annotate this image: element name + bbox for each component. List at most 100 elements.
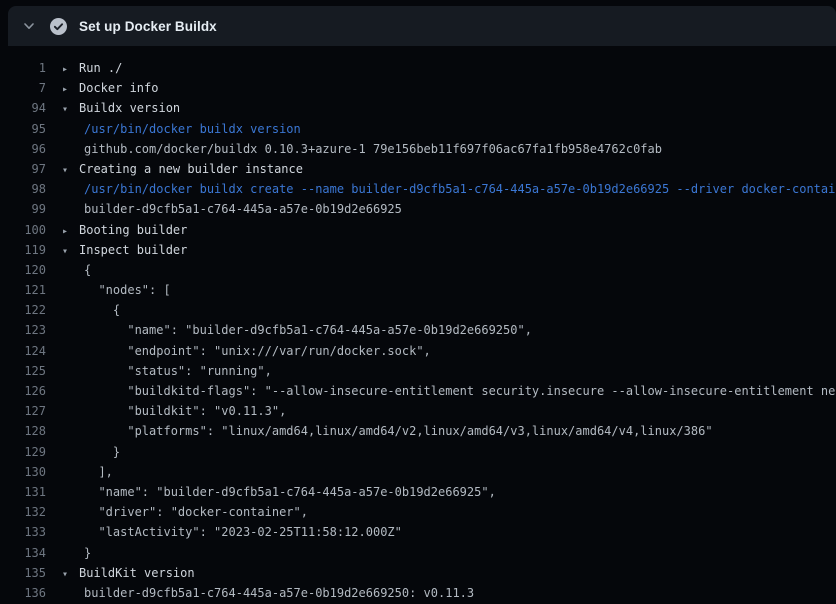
line-number[interactable]: 122 (0, 300, 46, 320)
log-line: 122 { (0, 300, 836, 320)
log-line: 121 "nodes": [ (0, 280, 836, 300)
log-text: "status": "running", (62, 361, 836, 381)
group-title: BuildKit version (79, 566, 195, 580)
log-line: 131 "name": "builder-d9cfb5a1-c764-445a-… (0, 482, 836, 502)
log-line: 130 ], (0, 462, 836, 482)
step-title: Set up Docker Buildx (79, 19, 217, 34)
log-text: ], (62, 462, 836, 482)
log-text: { (62, 300, 836, 320)
log-line: 123 "name": "builder-d9cfb5a1-c764-445a-… (0, 320, 836, 340)
group-toggle[interactable]: ▾BuildKit version (62, 563, 836, 583)
group-toggle[interactable]: ▾Creating a new builder instance (62, 159, 836, 179)
triangle-down-icon: ▾ (62, 161, 79, 179)
log-text: } (62, 543, 836, 563)
line-number[interactable]: 133 (0, 522, 46, 542)
line-number[interactable]: 98 (0, 179, 46, 199)
log-line[interactable]: 97 ▾Creating a new builder instance (0, 159, 836, 179)
group-title: Run ./ (79, 61, 122, 75)
log-line: 128 "platforms": "linux/amd64,linux/amd6… (0, 421, 836, 441)
log-line: 125 "status": "running", (0, 361, 836, 381)
log-line: 136 builder-d9cfb5a1-c764-445a-a57e-0b19d… (0, 583, 836, 603)
group-title: Booting builder (79, 223, 187, 237)
line-number[interactable]: 94 (0, 98, 46, 118)
log-line: 126 "buildkitd-flags": "--allow-insecure… (0, 381, 836, 401)
log-text: "buildkitd-flags": "--allow-insecure-ent… (62, 381, 836, 401)
chevron-down-icon (22, 19, 36, 33)
log-text: builder-d9cfb5a1-c764-445a-a57e-0b19d2e6… (62, 583, 836, 603)
log-lines: 1▸Run ./7▸Docker info94▾Buildx version95… (0, 46, 836, 604)
group-toggle[interactable]: ▾Inspect builder (62, 240, 836, 260)
log-text: "nodes": [ (62, 280, 836, 300)
group-toggle[interactable]: ▾Buildx version (62, 98, 836, 118)
log-viewer: Set up Docker Buildx 1▸Run ./7▸Docker in… (0, 0, 836, 604)
line-number[interactable]: 126 (0, 381, 46, 401)
group-title: Docker info (79, 81, 158, 95)
line-number[interactable]: 96 (0, 139, 46, 159)
group-title: Buildx version (79, 101, 180, 115)
log-text: } (62, 442, 836, 462)
log-text: /usr/bin/docker buildx create --name bui… (62, 179, 836, 199)
log-line[interactable]: 135 ▾BuildKit version (0, 563, 836, 583)
log-text: /usr/bin/docker buildx version (62, 119, 836, 139)
log-line: 95/usr/bin/docker buildx version (0, 119, 836, 139)
log-text: "name": "builder-d9cfb5a1-c764-445a-a57e… (62, 482, 836, 502)
log-line: 133 "lastActivity": "2023-02-25T11:58:12… (0, 522, 836, 542)
log-line: 96 github.com/docker/buildx 0.10.3+azure-… (0, 139, 836, 159)
line-number[interactable]: 124 (0, 341, 46, 361)
step-header[interactable]: Set up Docker Buildx (8, 6, 836, 46)
group-toggle[interactable]: ▸Booting builder (62, 220, 836, 240)
line-number[interactable]: 127 (0, 401, 46, 421)
log-text: "driver": "docker-container", (62, 502, 836, 522)
line-number[interactable]: 1 (0, 58, 46, 78)
log-line: 127 "buildkit": "v0.11.3", (0, 401, 836, 421)
log-line: 98/usr/bin/docker buildx create --name b… (0, 179, 836, 199)
line-number[interactable]: 135 (0, 563, 46, 583)
log-line: 134} (0, 543, 836, 563)
line-number[interactable]: 97 (0, 159, 46, 179)
log-line: 99 builder-d9cfb5a1-c764-445a-a57e-0b19d2… (0, 199, 836, 219)
triangle-right-icon: ▸ (62, 80, 79, 98)
line-number[interactable]: 121 (0, 280, 46, 300)
log-text: "buildkit": "v0.11.3", (62, 401, 836, 421)
log-line: 129 } (0, 442, 836, 462)
log-line[interactable]: 119 ▾Inspect builder (0, 240, 836, 260)
line-number[interactable]: 136 (0, 583, 46, 603)
line-number[interactable]: 130 (0, 462, 46, 482)
log-text: "name": "builder-d9cfb5a1-c764-445a-a57e… (62, 320, 836, 340)
group-toggle[interactable]: ▸Run ./ (62, 58, 836, 78)
line-number[interactable]: 95 (0, 119, 46, 139)
check-circle-icon (50, 18, 67, 35)
log-line[interactable]: 1 ▸Run ./ (0, 58, 836, 78)
log-text: "endpoint": "unix:///var/run/docker.sock… (62, 341, 836, 361)
line-number[interactable]: 129 (0, 442, 46, 462)
log-line[interactable]: 100 ▸Booting builder (0, 220, 836, 240)
log-text: github.com/docker/buildx 0.10.3+azure-1 … (62, 139, 836, 159)
line-number[interactable]: 123 (0, 320, 46, 340)
log-line: 132 "driver": "docker-container", (0, 502, 836, 522)
log-line[interactable]: 7 ▸Docker info (0, 78, 836, 98)
triangle-down-icon: ▾ (62, 100, 79, 118)
log-text: { (62, 260, 836, 280)
line-number[interactable]: 132 (0, 502, 46, 522)
collapse-step-button[interactable] (16, 13, 42, 39)
line-number[interactable]: 120 (0, 260, 46, 280)
log-line: 120 { (0, 260, 836, 280)
log-line: 124 "endpoint": "unix:///var/run/docker.… (0, 341, 836, 361)
line-number[interactable]: 125 (0, 361, 46, 381)
log-text: "platforms": "linux/amd64,linux/amd64/v2… (62, 421, 836, 441)
line-number[interactable]: 119 (0, 240, 46, 260)
line-number[interactable]: 7 (0, 78, 46, 98)
group-toggle[interactable]: ▸Docker info (62, 78, 836, 98)
line-number[interactable]: 131 (0, 482, 46, 502)
line-number[interactable]: 100 (0, 220, 46, 240)
triangle-right-icon: ▸ (62, 222, 79, 240)
line-number[interactable]: 128 (0, 421, 46, 441)
log-text: "lastActivity": "2023-02-25T11:58:12.000… (62, 522, 836, 542)
triangle-right-icon: ▸ (62, 60, 79, 78)
line-number[interactable]: 134 (0, 543, 46, 563)
log-line[interactable]: 94 ▾Buildx version (0, 98, 836, 118)
triangle-down-icon: ▾ (62, 565, 79, 583)
line-number[interactable]: 99 (0, 199, 46, 219)
group-title: Creating a new builder instance (79, 162, 303, 176)
log-text: builder-d9cfb5a1-c764-445a-a57e-0b19d2e6… (62, 199, 836, 219)
